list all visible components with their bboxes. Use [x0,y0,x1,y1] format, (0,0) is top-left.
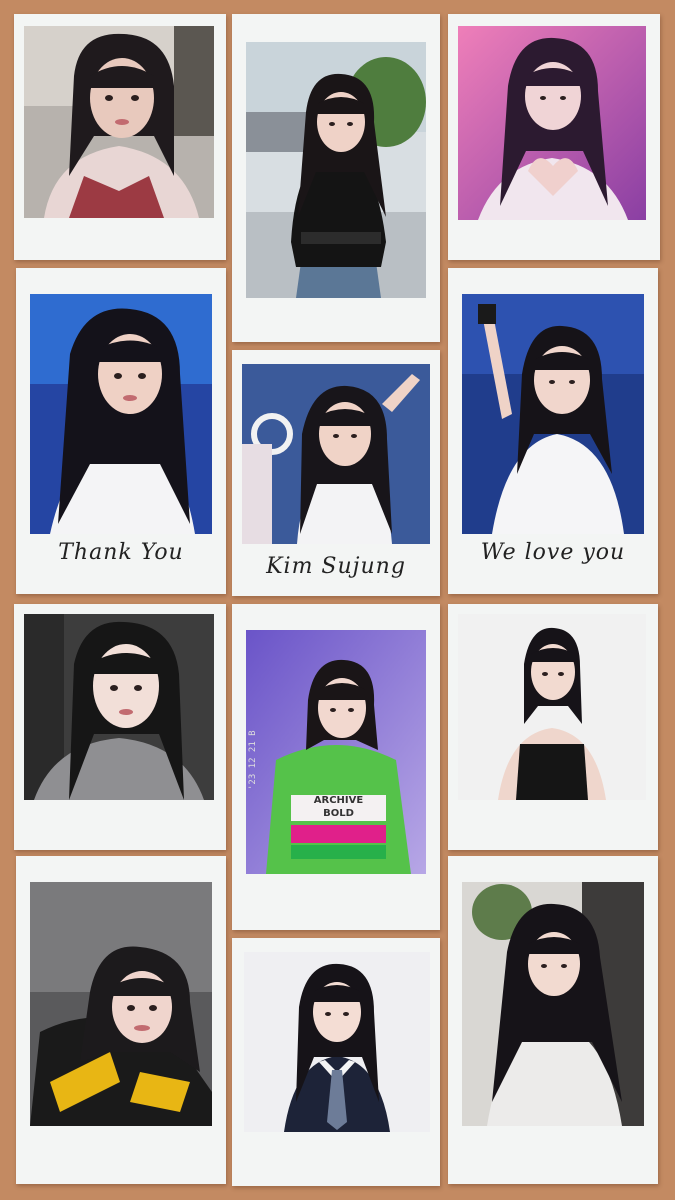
photo-green-sweater: ARCHIVE BOLD '23 12 21 B [246,630,426,874]
photo-blue-stage-1 [30,294,212,534]
caption-kim-sujung: Kim Sujung [266,554,406,579]
polaroid-8: ARCHIVE BOLD '23 12 21 B [232,604,440,930]
photo-school-uniform [244,952,430,1132]
photo-grey-top-scarf [462,882,644,1126]
polaroid-9 [448,604,658,850]
polaroid-11 [232,938,440,1186]
photo-black-top-window [246,42,426,298]
photo-white-top-stage [242,364,430,544]
photo-yellow-jacket-selfie [30,882,212,1126]
polaroid-10 [16,856,226,1184]
polaroid-3 [448,14,660,260]
caption-thank-you: Thank You [58,540,184,565]
polaroid-2 [232,14,440,342]
polaroid-6: We love you [448,268,658,594]
photo-heart-hands [458,26,646,220]
date-stamp: '23 12 21 B [248,730,258,790]
polaroid-5: Kim Sujung [232,350,440,596]
photo-grey-knit-selfie [24,614,214,800]
polaroid-12 [448,856,658,1184]
photo-white-sleeveless-stage [462,294,644,534]
polaroid-7 [14,604,226,850]
polaroid-4: Thank You [16,268,226,594]
polaroid-1 [14,14,226,260]
caption-we-love-you: We love you [480,540,626,565]
photo-pink-sweater [24,26,214,218]
sweater-print-text: ARCHIVE BOLD [313,795,364,819]
photo-black-camisole [458,614,646,800]
